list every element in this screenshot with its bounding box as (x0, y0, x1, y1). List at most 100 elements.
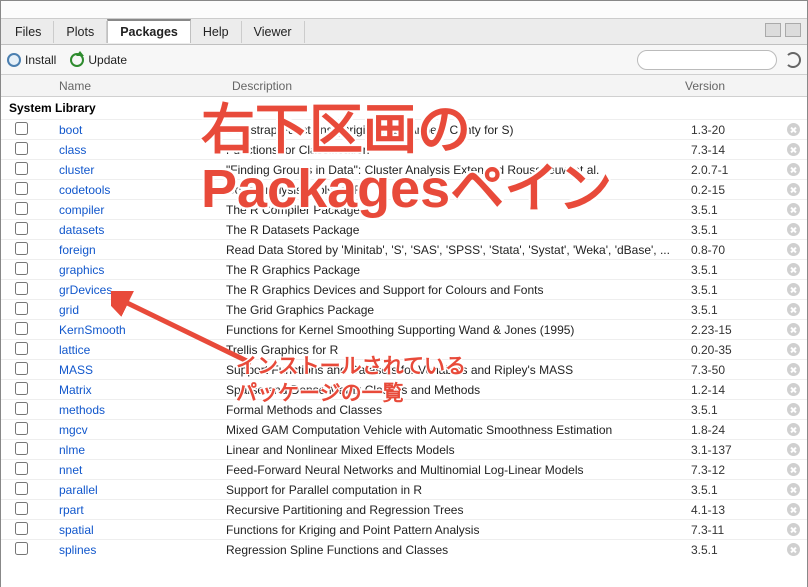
update-icon (70, 53, 84, 67)
package-name-link[interactable]: KernSmooth (41, 323, 226, 337)
package-name-link[interactable]: methods (41, 403, 226, 417)
package-checkbox[interactable] (15, 402, 28, 415)
tab-plots[interactable]: Plots (54, 21, 107, 43)
package-description: The R Graphics Package (226, 263, 691, 277)
package-description: Read Data Stored by 'Minitab', 'S', 'SAS… (226, 243, 691, 257)
package-row: classFunctions for Classification7.3-14 (1, 139, 807, 159)
maximize-icon[interactable] (785, 23, 801, 37)
package-name-link[interactable]: nlme (41, 443, 226, 457)
remove-icon[interactable] (787, 443, 800, 456)
package-name-link[interactable]: rpart (41, 503, 226, 517)
remove-icon[interactable] (787, 483, 800, 496)
package-checkbox[interactable] (15, 222, 28, 235)
package-name-link[interactable]: spatial (41, 523, 226, 537)
package-checkbox[interactable] (15, 302, 28, 315)
remove-icon[interactable] (787, 303, 800, 316)
package-checkbox[interactable] (15, 122, 28, 135)
package-checkbox[interactable] (15, 462, 28, 475)
package-name-link[interactable]: codetools (41, 183, 226, 197)
package-checkbox[interactable] (15, 322, 28, 335)
remove-icon[interactable] (787, 403, 800, 416)
remove-icon[interactable] (787, 503, 800, 516)
package-version: 1.8-24 (691, 423, 783, 437)
tab-viewer[interactable]: Viewer (242, 21, 305, 43)
package-name-link[interactable]: datasets (41, 223, 226, 237)
search-input[interactable] (637, 50, 777, 70)
package-checkbox[interactable] (15, 542, 28, 555)
remove-icon[interactable] (787, 423, 800, 436)
package-name-link[interactable]: boot (41, 123, 226, 137)
tab-files[interactable]: Files (3, 21, 54, 43)
remove-icon[interactable] (787, 523, 800, 536)
package-checkbox[interactable] (15, 162, 28, 175)
package-checkbox[interactable] (15, 242, 28, 255)
package-checkbox[interactable] (15, 142, 28, 155)
remove-icon[interactable] (787, 463, 800, 476)
remove-icon[interactable] (787, 263, 800, 276)
package-name-link[interactable]: mgcv (41, 423, 226, 437)
refresh-icon[interactable] (785, 52, 801, 68)
package-row: foreignRead Data Stored by 'Minitab', 'S… (1, 239, 807, 259)
package-checkbox[interactable] (15, 182, 28, 195)
package-version: 3.5.1 (691, 483, 783, 497)
package-checkbox[interactable] (15, 522, 28, 535)
package-version: 7.3-14 (691, 143, 783, 157)
packages-toolbar: Install Update (1, 45, 807, 75)
package-checkbox[interactable] (15, 362, 28, 375)
packages-list[interactable]: System Library bootBootstrap Functions (… (1, 97, 807, 587)
remove-icon[interactable] (787, 183, 800, 196)
tab-help[interactable]: Help (191, 21, 242, 43)
package-checkbox[interactable] (15, 342, 28, 355)
install-button[interactable]: Install (7, 53, 56, 67)
remove-icon[interactable] (787, 143, 800, 156)
package-checkbox[interactable] (15, 282, 28, 295)
package-checkbox[interactable] (15, 382, 28, 395)
col-desc: Description (226, 79, 685, 93)
package-row: methodsFormal Methods and Classes3.5.1 (1, 399, 807, 419)
package-description: Functions for Kriging and Point Pattern … (226, 523, 691, 537)
package-name-link[interactable]: compiler (41, 203, 226, 217)
minimize-icon[interactable] (765, 23, 781, 37)
package-checkbox[interactable] (15, 202, 28, 215)
remove-icon[interactable] (787, 323, 800, 336)
remove-icon[interactable] (787, 283, 800, 296)
package-row: compilerThe R Compiler Package3.5.1 (1, 199, 807, 219)
package-name-link[interactable]: graphics (41, 263, 226, 277)
remove-icon[interactable] (787, 543, 800, 556)
package-description: Linear and Nonlinear Mixed Effects Model… (226, 443, 691, 457)
remove-icon[interactable] (787, 203, 800, 216)
remove-icon[interactable] (787, 243, 800, 256)
remove-icon[interactable] (787, 363, 800, 376)
package-checkbox[interactable] (15, 422, 28, 435)
package-checkbox[interactable] (15, 482, 28, 495)
package-name-link[interactable]: cluster (41, 163, 226, 177)
package-name-link[interactable]: Matrix (41, 383, 226, 397)
package-name-link[interactable]: grid (41, 303, 226, 317)
package-row: datasetsThe R Datasets Package3.5.1 (1, 219, 807, 239)
update-button[interactable]: Update (70, 53, 127, 67)
package-name-link[interactable]: grDevices (41, 283, 226, 297)
remove-icon[interactable] (787, 223, 800, 236)
remove-icon[interactable] (787, 163, 800, 176)
package-name-link[interactable]: parallel (41, 483, 226, 497)
package-checkbox[interactable] (15, 502, 28, 515)
package-checkbox[interactable] (15, 262, 28, 275)
package-name-link[interactable]: nnet (41, 463, 226, 477)
package-name-link[interactable]: foreign (41, 243, 226, 257)
package-checkbox[interactable] (15, 442, 28, 455)
remove-icon[interactable] (787, 383, 800, 396)
package-name-link[interactable]: lattice (41, 343, 226, 357)
package-description: "Finding Groups in Data": Cluster Analys… (226, 163, 691, 177)
package-name-link[interactable]: class (41, 143, 226, 157)
package-version: 3.1-137 (691, 443, 783, 457)
package-version: 0.2-15 (691, 183, 783, 197)
remove-icon[interactable] (787, 123, 800, 136)
package-version: 1.3-20 (691, 123, 783, 137)
package-description: Recursive Partitioning and Regression Tr… (226, 503, 691, 517)
package-name-link[interactable]: splines (41, 543, 226, 557)
tab-packages[interactable]: Packages (107, 19, 191, 43)
remove-icon[interactable] (787, 343, 800, 356)
pane-header-blank (1, 1, 807, 19)
package-name-link[interactable]: MASS (41, 363, 226, 377)
package-row: KernSmoothFunctions for Kernel Smoothing… (1, 319, 807, 339)
